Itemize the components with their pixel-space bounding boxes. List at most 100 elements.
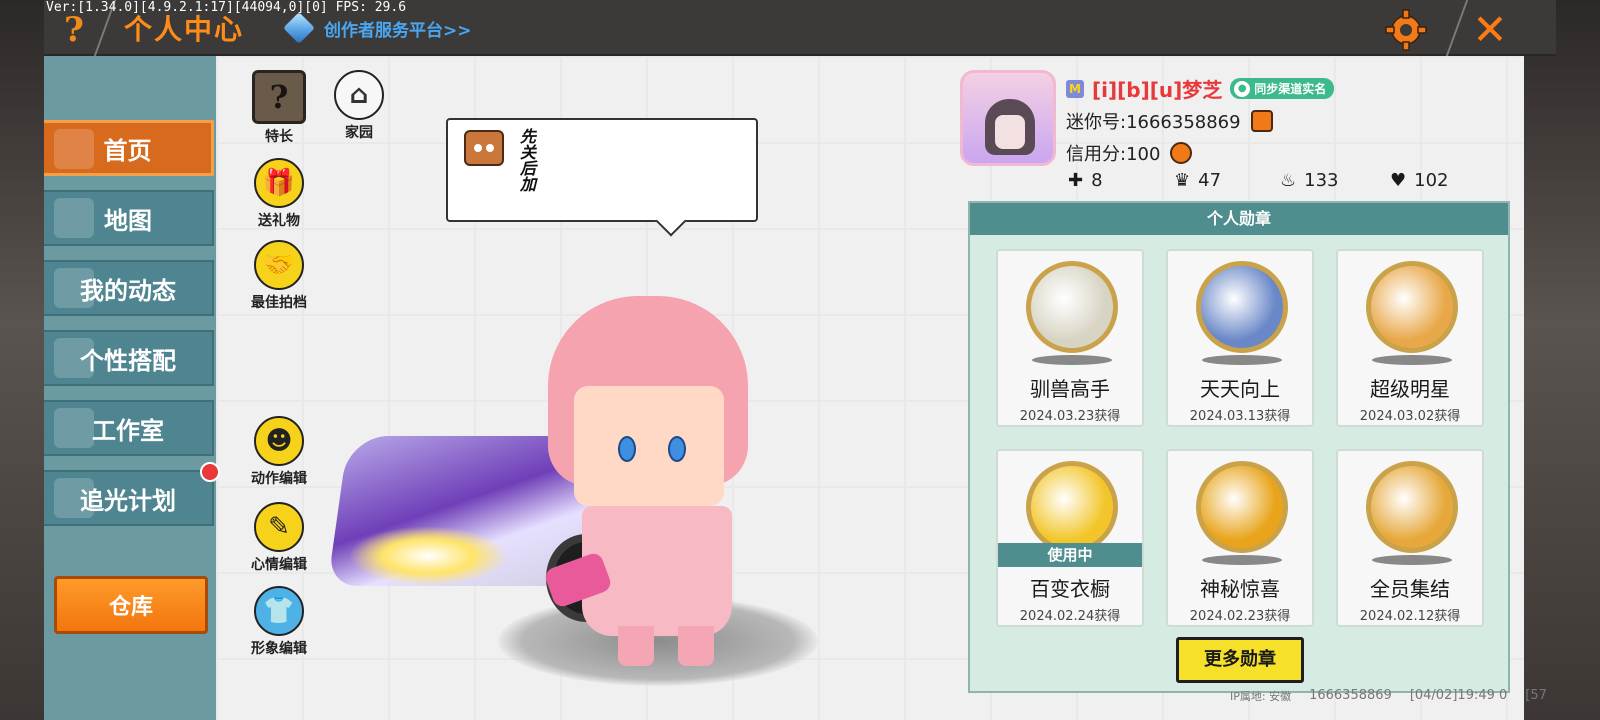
stat-item[interactable]: ♨ 133	[1280, 170, 1339, 191]
stats-row: ✚ 8 ♛ 47 ♨ 133 ♥ 102	[1068, 170, 1468, 198]
map-icon	[54, 198, 94, 238]
fire-icon: ♨	[1280, 170, 1297, 191]
medal-giftbox-icon	[1196, 461, 1288, 553]
mood-edit-button[interactable]: ✎ 心情编辑	[244, 502, 314, 574]
sidebar-item-label: 地图	[104, 206, 152, 235]
medal-card[interactable]: 神秘惊喜 2024.02.23获得	[1166, 449, 1314, 627]
medal-date: 2024.03.02获得	[1359, 409, 1461, 424]
sidebar-item-label: 工作室	[92, 416, 164, 445]
verify-badge[interactable]: ● 同步渠道实名	[1230, 78, 1335, 99]
house-icon: ⌂	[334, 70, 384, 120]
home-button[interactable]: ⌂ 家园	[324, 70, 394, 142]
shirt-icon: 👕	[254, 586, 304, 636]
in-use-badge: 使用中	[998, 543, 1142, 567]
action-edit-button[interactable]: ☻ 动作编辑	[244, 416, 314, 488]
character-eye	[668, 436, 686, 462]
car-headlight	[348, 526, 508, 586]
medal-date: 2024.03.23获得	[1019, 409, 1121, 424]
plus-icon: ✚	[1068, 170, 1084, 191]
handshake-icon: 🤝	[254, 240, 304, 290]
medal-calendar-icon	[1196, 261, 1288, 353]
talent-label: 特长	[265, 129, 293, 145]
character-leg	[678, 626, 714, 666]
notification-dot	[200, 462, 220, 482]
medal-shadow	[1032, 355, 1112, 365]
more-medals-button[interactable]: 更多勋章	[1176, 637, 1304, 683]
medal-date: 2024.02.12获得	[1359, 609, 1461, 624]
sidebar-item-map[interactable]: 地图	[44, 190, 214, 246]
sidebar-item-home[interactable]: 首页	[44, 120, 214, 176]
footer-info: IP属地: 安徽 1666358869 [04/02]19:49 0 [57	[1230, 688, 1556, 704]
sidebar: 首页 地图 我的动态 个性搭配 工作室 追光计划 仓库	[44, 56, 216, 720]
edit-icon: ✎	[254, 502, 304, 552]
stat-item[interactable]: ♛ 47	[1174, 170, 1221, 191]
ip-location: IP属地: 安徽	[1230, 690, 1292, 703]
medal-shadow	[1372, 355, 1452, 365]
medal-name: 超级明星	[1370, 377, 1450, 401]
footer-tail: [57	[1525, 688, 1547, 703]
person-icon: ●	[1234, 80, 1251, 97]
user-card-icon[interactable]	[1170, 142, 1193, 164]
close-icon[interactable]: ✕	[1466, 6, 1514, 54]
medal-card[interactable]: 超级明星 2024.03.02获得	[1336, 249, 1484, 427]
medal-star-icon	[1366, 261, 1458, 353]
credit-row: 信用分:100	[1066, 140, 1193, 166]
sidebar-item-feed[interactable]: 我的动态	[44, 260, 214, 316]
sidebar-item-light-plan[interactable]: 追光计划	[44, 470, 214, 526]
medal-name: 天天向上	[1200, 377, 1280, 401]
medal-shadow	[1202, 555, 1282, 565]
speech-bubble: 先关后加	[446, 118, 758, 222]
talent-button[interactable]: ? 特长	[244, 70, 314, 146]
medal-name: 神秘惊喜	[1200, 577, 1280, 601]
stat-value: 102	[1414, 170, 1449, 191]
stat-value: 133	[1304, 170, 1339, 191]
image-edit-label: 形象编辑	[251, 641, 307, 657]
talent-icon: ?	[252, 70, 306, 124]
home-icon	[54, 129, 94, 169]
vip-icon: M	[1066, 79, 1084, 98]
warehouse-button[interactable]: 仓库	[54, 576, 208, 634]
footer-id: 1666358869	[1309, 688, 1392, 703]
stat-item[interactable]: ♥ 102	[1390, 170, 1449, 191]
stat-value: 8	[1091, 170, 1103, 191]
sidebar-item-outfit[interactable]: 个性搭配	[44, 330, 214, 386]
avatar-portrait	[985, 99, 1035, 155]
medal-card[interactable]: 使用中 百变衣橱 2024.02.24获得	[996, 449, 1144, 627]
medal-date: 2024.02.24获得	[1019, 609, 1121, 624]
footer-time: [04/02]19:49 0	[1409, 688, 1508, 703]
medal-team-icon	[1366, 461, 1458, 553]
gear-icon[interactable]	[1384, 8, 1428, 52]
character-model[interactable]	[327, 296, 858, 716]
medal-wardrobe-icon	[1026, 461, 1118, 553]
sidebar-item-label: 追光计划	[80, 486, 176, 515]
gift-button[interactable]: 🎁 送礼物	[244, 158, 314, 230]
username-row: M [i][b][u]梦芝 ● 同步渠道实名	[1066, 74, 1335, 103]
character-leg	[618, 626, 654, 666]
medal-card[interactable]: 天天向上 2024.03.13获得	[1166, 249, 1314, 427]
bubble-text: 先关后加	[517, 128, 536, 192]
home-label: 家园	[345, 125, 373, 141]
fans-icon: ♛	[1174, 170, 1191, 191]
avatar[interactable]	[960, 70, 1056, 166]
partner-button[interactable]: 🤝 最佳拍档	[244, 240, 314, 312]
medal-card[interactable]: 全员集结 2024.02.12获得	[1336, 449, 1484, 627]
medal-tamer-icon	[1026, 261, 1118, 353]
medal-name: 驯兽高手	[1030, 377, 1110, 401]
medal-date: 2024.03.13获得	[1189, 409, 1291, 424]
divider	[1445, 0, 1469, 56]
copy-icon[interactable]	[1250, 110, 1273, 132]
stat-item[interactable]: ✚ 8	[1068, 170, 1103, 191]
creator-platform-link[interactable]: 创作者服务平台>>	[283, 10, 472, 46]
character-eye	[618, 436, 636, 462]
tree-icon	[54, 408, 94, 448]
username: [i][b][u]梦芝	[1092, 78, 1223, 102]
gift-label: 送礼物	[258, 213, 300, 229]
sidebar-item-label: 个性搭配	[80, 346, 176, 375]
medal-card[interactable]: 驯兽高手 2024.03.23获得	[996, 249, 1144, 427]
debug-version: Ver:[1.34.0][4.9.2.1:17][44094,0][0] FPS…	[46, 0, 407, 15]
sidebar-item-studio[interactable]: 工作室	[44, 400, 214, 456]
creator-platform-label: 创作者服务平台>>	[324, 20, 472, 41]
image-edit-button[interactable]: 👕 形象编辑	[244, 586, 314, 658]
medal-date: 2024.02.23获得	[1189, 609, 1291, 624]
character-face	[574, 386, 724, 506]
